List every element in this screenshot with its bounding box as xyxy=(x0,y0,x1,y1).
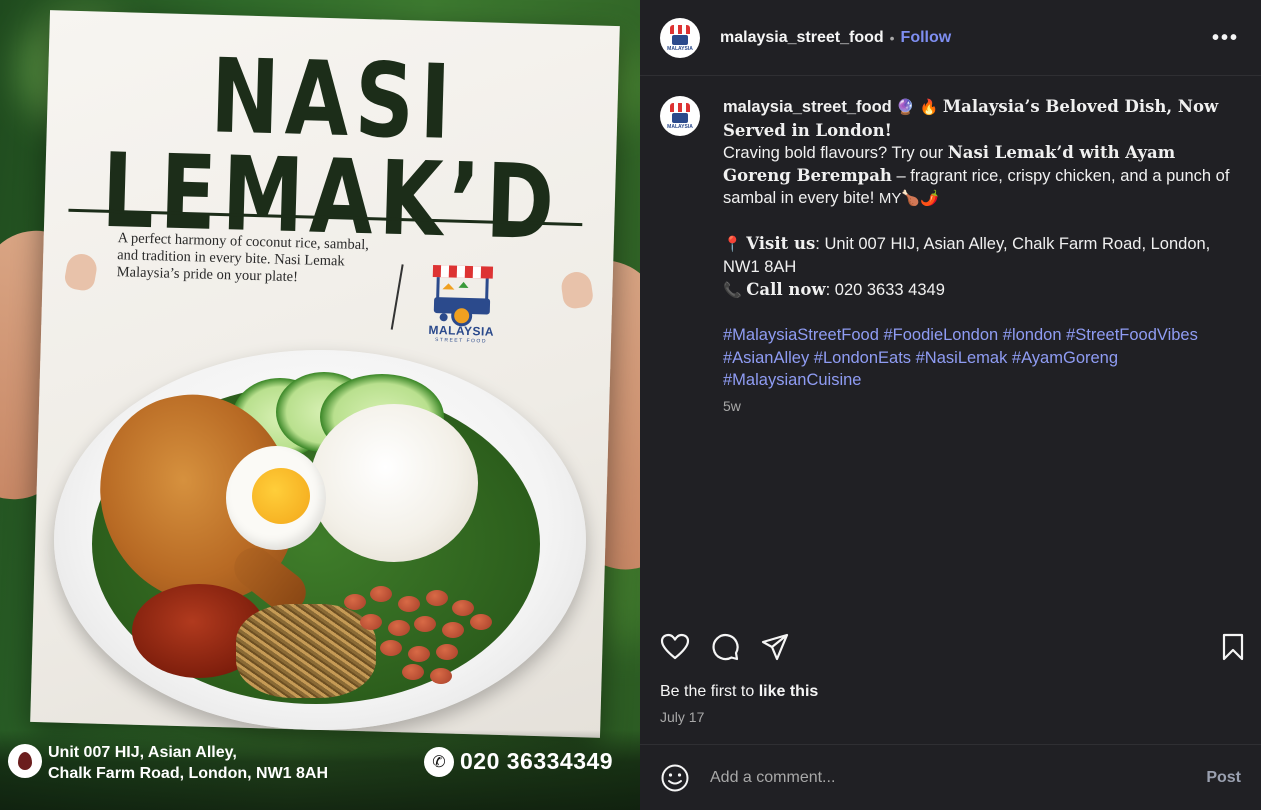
crystal-ball-emoji: 🔮 xyxy=(896,99,916,116)
call-number: : 020 3633 4349 xyxy=(825,280,945,299)
comment-bar: Post xyxy=(640,744,1261,810)
peanut xyxy=(370,586,392,602)
header-separator: • xyxy=(889,29,895,46)
flyer-tagline: A perfect harmony of coconut rice, samba… xyxy=(116,230,370,286)
location-pin-icon xyxy=(8,744,42,778)
fire-emoji: 🔥 xyxy=(919,99,939,116)
peanut xyxy=(380,640,402,656)
comment-input[interactable] xyxy=(710,763,1170,793)
peanut xyxy=(442,622,464,638)
image-address: Unit 007 HIJ, Asian Alley, Chalk Farm Ro… xyxy=(48,744,329,782)
post-image[interactable]: NASI LEMAK’D A perfect harmony of coconu… xyxy=(0,0,640,810)
post-header: MALAYSIA malaysia_street_food • Follow •… xyxy=(640,0,1261,76)
image-phone-number: 020 36334349 xyxy=(460,748,614,774)
peanut xyxy=(360,614,382,630)
heart-icon[interactable] xyxy=(660,632,690,662)
header-username[interactable]: malaysia_street_food xyxy=(720,29,884,47)
caption-username[interactable]: malaysia_street_food xyxy=(723,98,892,116)
egg-yolk xyxy=(252,468,310,524)
flyer-vertical-divider xyxy=(390,264,404,330)
caption-time-ago: 5w xyxy=(723,398,741,414)
peanut xyxy=(426,590,448,606)
visit-label: Visit us xyxy=(746,233,816,253)
caption-avatar-wrap: MALAYSIA xyxy=(660,96,700,136)
post-comment-button[interactable]: Post xyxy=(1206,769,1241,787)
bookmark-icon[interactable] xyxy=(1218,632,1248,662)
like-this-link[interactable]: like this xyxy=(759,683,819,700)
paper-plane-icon[interactable] xyxy=(760,632,790,662)
phone-icon: ✆ xyxy=(424,747,454,777)
emoji-smile-icon[interactable] xyxy=(660,763,690,793)
fried-anchovies xyxy=(236,604,376,698)
hashtags[interactable]: #MalaysiaStreetFood #FoodieLondon #londo… xyxy=(723,324,1233,392)
peanut xyxy=(430,668,452,684)
peanut xyxy=(470,614,492,630)
post-viewer: NASI LEMAK’D A perfect harmony of coconu… xyxy=(0,0,1261,810)
action-bar xyxy=(640,620,1261,680)
avatar[interactable]: MALAYSIA xyxy=(660,17,700,58)
likes-text: Be the first to like this xyxy=(660,683,819,700)
peanut xyxy=(344,594,366,610)
follow-button[interactable]: Follow xyxy=(901,29,952,47)
post-caption: malaysia_street_food 🔮 🔥 Malaysia’s Belo… xyxy=(723,96,1233,392)
comment-icon[interactable] xyxy=(710,632,740,662)
caption-emojis: MY🍗🌶️ xyxy=(878,190,939,207)
call-label: Call now xyxy=(746,279,826,299)
peanut xyxy=(388,620,410,636)
peanut xyxy=(408,646,430,662)
phone-emoji: 📞 xyxy=(723,281,742,299)
location-pin-emoji: 📍 xyxy=(723,235,742,253)
post-date: July 17 xyxy=(660,709,705,725)
peanut xyxy=(402,664,424,680)
caption-text: Craving bold flavours? Try our xyxy=(723,144,948,162)
peanut xyxy=(452,600,474,616)
post-side-panel: MALAYSIA malaysia_street_food • Follow •… xyxy=(640,0,1261,810)
peanut xyxy=(398,596,420,612)
avatar[interactable]: MALAYSIA xyxy=(660,96,700,136)
peanut xyxy=(436,644,458,660)
peanut xyxy=(414,616,436,632)
more-options-icon[interactable]: ••• xyxy=(1212,28,1239,48)
rice-mound xyxy=(310,404,478,562)
